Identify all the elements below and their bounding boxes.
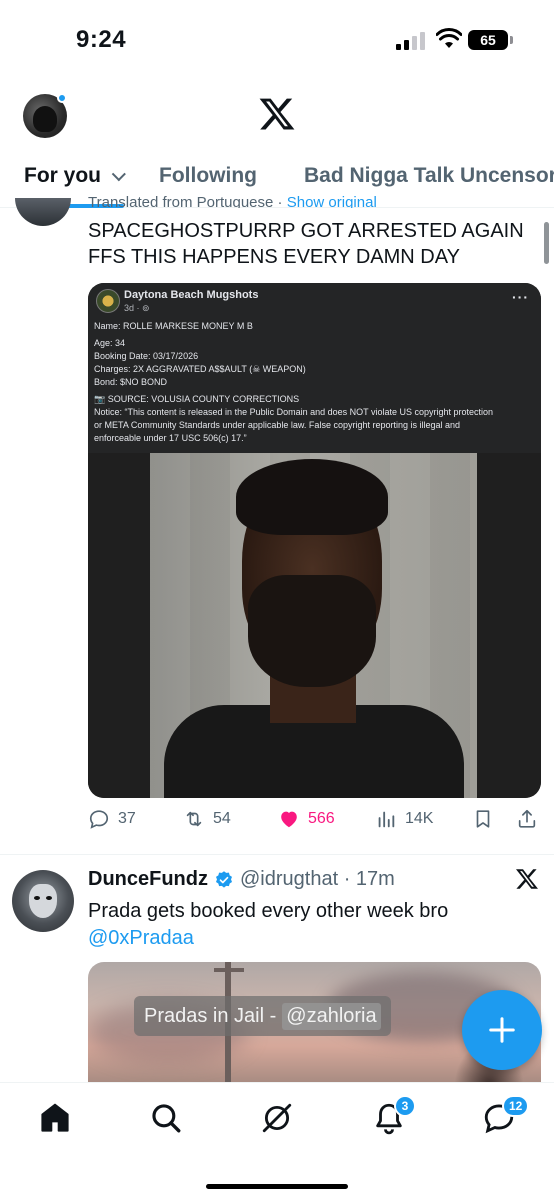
translation-notice: Translated from Portuguese · Show origin… [88, 194, 377, 208]
post-divider [0, 854, 554, 855]
mugshot-bond-line: Bond: $NO BOND [94, 377, 168, 387]
home-icon[interactable] [38, 1101, 72, 1135]
tab-following[interactable]: Following [159, 164, 257, 188]
reply-button[interactable]: 37 [88, 808, 136, 830]
mugshot-source-line: 📷 SOURCE: VOLUSIA COUNTY CORRECTIONS [94, 394, 300, 404]
globe-icon: ⊚ [142, 303, 150, 313]
compose-button[interactable] [462, 990, 542, 1070]
mugshot-photo [150, 453, 477, 798]
search-icon[interactable] [149, 1101, 183, 1135]
post-meta: 3d · ⊚ [124, 303, 150, 313]
mugshot-booking-line: Booking Date: 03/17/2026 [94, 351, 199, 361]
tab-for-you[interactable]: For you [24, 164, 126, 188]
mention-link[interactable]: @0xPradaa [88, 925, 194, 952]
status-bar: 9:24 65 [0, 0, 554, 80]
battery-indicator: 65 [468, 30, 513, 50]
post-text: SPACEGHOSTPURRP GOT ARRESTED AGAIN FFS T… [88, 220, 524, 268]
share-icon [518, 809, 536, 828]
chevron-down-icon [111, 167, 126, 182]
post-text: Prada gets booked every other week bro [88, 900, 449, 922]
wifi-icon [436, 28, 462, 48]
bottom-navigation: 3 12 [0, 1082, 554, 1200]
repost-button[interactable]: 54 [183, 808, 231, 830]
plus-icon [489, 1017, 515, 1043]
page-avatar [96, 289, 120, 313]
scrollbar[interactable] [544, 222, 549, 264]
like-button[interactable]: 566 [278, 808, 335, 830]
messages-badge: 12 [502, 1095, 530, 1117]
bookmark-icon [476, 810, 490, 828]
embedded-post-header: Daytona Beach Mugshots 3d · ⊚ ··· Name: … [88, 283, 541, 453]
mugshot-notice-line-1: Notice: “This content is released in the… [94, 407, 494, 417]
mugshot-notice-line-3: enforceable under 17 USC 506(c) 17.” [94, 433, 247, 443]
post-media-image[interactable]: Daytona Beach Mugshots 3d · ⊚ ··· Name: … [88, 283, 541, 798]
page-name: Daytona Beach Mugshots [124, 289, 259, 301]
reply-icon [89, 810, 109, 829]
tab-list[interactable]: Bad Nigga Talk Uncensore [304, 164, 554, 188]
views-chart-icon [378, 811, 395, 828]
notification-dot [57, 93, 67, 103]
mugshot-notice-line-2: or META Community Standards under applic… [94, 420, 461, 430]
mugshot-name-line: Name: ROLLE MARKESE MONEY M B [94, 321, 253, 331]
share-button[interactable] [516, 808, 538, 830]
x-logo-icon [516, 869, 538, 889]
video-caption: Pradas in Jail - @zahloria [134, 996, 391, 1036]
author-name[interactable]: DunceFundz [88, 868, 208, 891]
mugshot-age-line: Age: 34 [94, 338, 126, 348]
author-handle-time[interactable]: @idrugthat · 17m [240, 868, 395, 891]
status-time: 9:24 [76, 26, 127, 53]
show-original-link[interactable]: Show original [287, 194, 377, 208]
verified-badge-icon [216, 871, 232, 888]
post-avatar[interactable] [15, 198, 71, 226]
bookmark-button[interactable] [472, 808, 494, 830]
repost-icon [186, 811, 202, 827]
mugshot-charges-line: Charges: 2X AGGRAVATED A$$AULT (☠ WEAPON… [94, 364, 306, 374]
home-indicator [206, 1184, 348, 1189]
notifications-badge: 3 [394, 1095, 416, 1117]
more-options-icon: ··· [512, 289, 529, 305]
post-avatar[interactable] [12, 870, 74, 932]
heart-filled-icon [281, 811, 297, 828]
x-logo-icon [259, 98, 295, 130]
signal-icon [396, 32, 426, 50]
grok-icon[interactable] [260, 1101, 294, 1135]
views-button[interactable]: 14K [375, 808, 433, 830]
post-actions: 37 54 566 14K [88, 808, 548, 838]
